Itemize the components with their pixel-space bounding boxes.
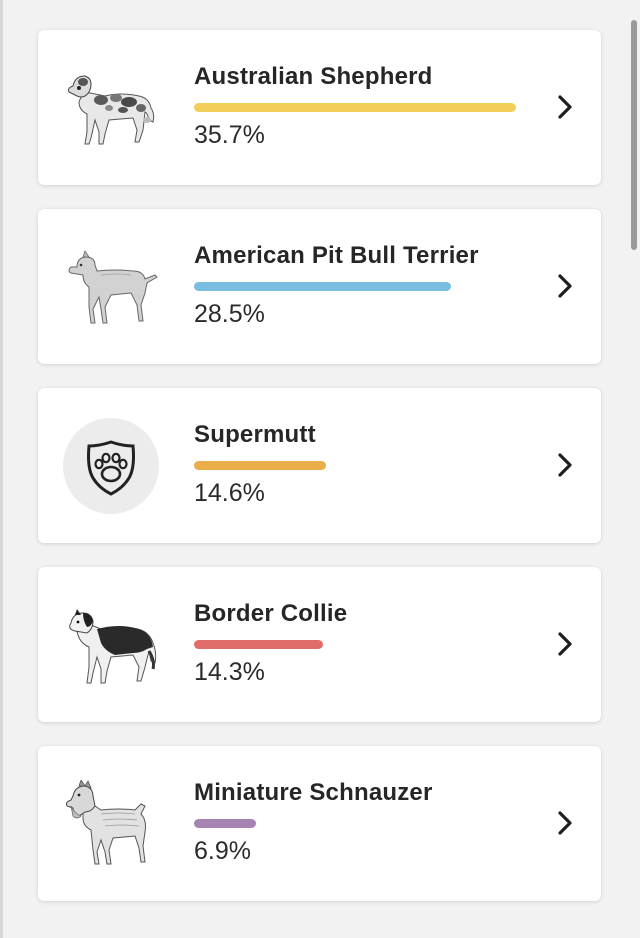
scrollbar-thumb[interactable]: [631, 20, 637, 250]
australian-shepherd-icon: [60, 62, 162, 154]
breed-info: Border Collie 14.3%: [194, 597, 534, 688]
chevron-right-icon[interactable]: [555, 450, 577, 480]
breed-card-miniature-schnauzer[interactable]: Miniature Schnauzer 6.9%: [38, 746, 601, 901]
breed-card-supermutt[interactable]: Supermutt 14.6%: [38, 388, 601, 543]
scrollbar[interactable]: [631, 0, 637, 938]
breed-info: Supermutt 14.6%: [194, 418, 534, 509]
breed-info: American Pit Bull Terrier 28.5%: [194, 239, 534, 330]
percentage-bar-fill: [194, 819, 257, 828]
chevron-right-icon[interactable]: [555, 808, 577, 838]
breed-name: Australian Shepherd: [194, 63, 433, 90]
percentage-bar-track: [194, 461, 516, 470]
left-divider: [0, 0, 3, 938]
breed-percentage: 14.6%: [194, 479, 265, 507]
breed-card-border-collie[interactable]: Border Collie 14.3%: [38, 567, 601, 722]
percentage-bar-fill: [194, 640, 323, 649]
chevron-right-icon[interactable]: [555, 92, 577, 122]
breed-card-australian-shepherd[interactable]: Australian Shepherd 35.7%: [38, 30, 601, 185]
percentage-bar-fill: [194, 282, 452, 291]
paw-shield-icon: [60, 418, 162, 514]
pit-bull-terrier-icon: [60, 241, 162, 333]
breed-breakdown-screen: Australian Shepherd 35.7% American Pit B…: [0, 0, 640, 938]
percentage-bar-fill: [194, 103, 516, 112]
breed-info: Australian Shepherd 35.7%: [194, 60, 534, 151]
breed-percentage: 6.9%: [194, 837, 251, 865]
breed-name: Border Collie: [194, 600, 348, 627]
chevron-right-icon[interactable]: [555, 629, 577, 659]
percentage-bar-track: [194, 282, 516, 291]
breed-name: Supermutt: [194, 421, 316, 448]
percentage-bar-track: [194, 819, 516, 828]
miniature-schnauzer-icon: [60, 778, 162, 870]
breed-percentage: 28.5%: [194, 300, 265, 328]
breed-name: Miniature Schnauzer: [194, 779, 433, 806]
breed-info: Miniature Schnauzer 6.9%: [194, 776, 534, 867]
percentage-bar-track: [194, 640, 516, 649]
breed-card-american-pit-bull-terrier[interactable]: American Pit Bull Terrier 28.5%: [38, 209, 601, 364]
percentage-bar-track: [194, 103, 516, 112]
breed-percentage: 35.7%: [194, 121, 265, 149]
breed-percentage: 14.3%: [194, 658, 265, 686]
breed-list: Australian Shepherd 35.7% American Pit B…: [38, 30, 601, 925]
percentage-bar-fill: [194, 461, 326, 470]
border-collie-icon: [60, 599, 162, 691]
chevron-right-icon[interactable]: [555, 271, 577, 301]
breed-name: American Pit Bull Terrier: [194, 242, 479, 269]
